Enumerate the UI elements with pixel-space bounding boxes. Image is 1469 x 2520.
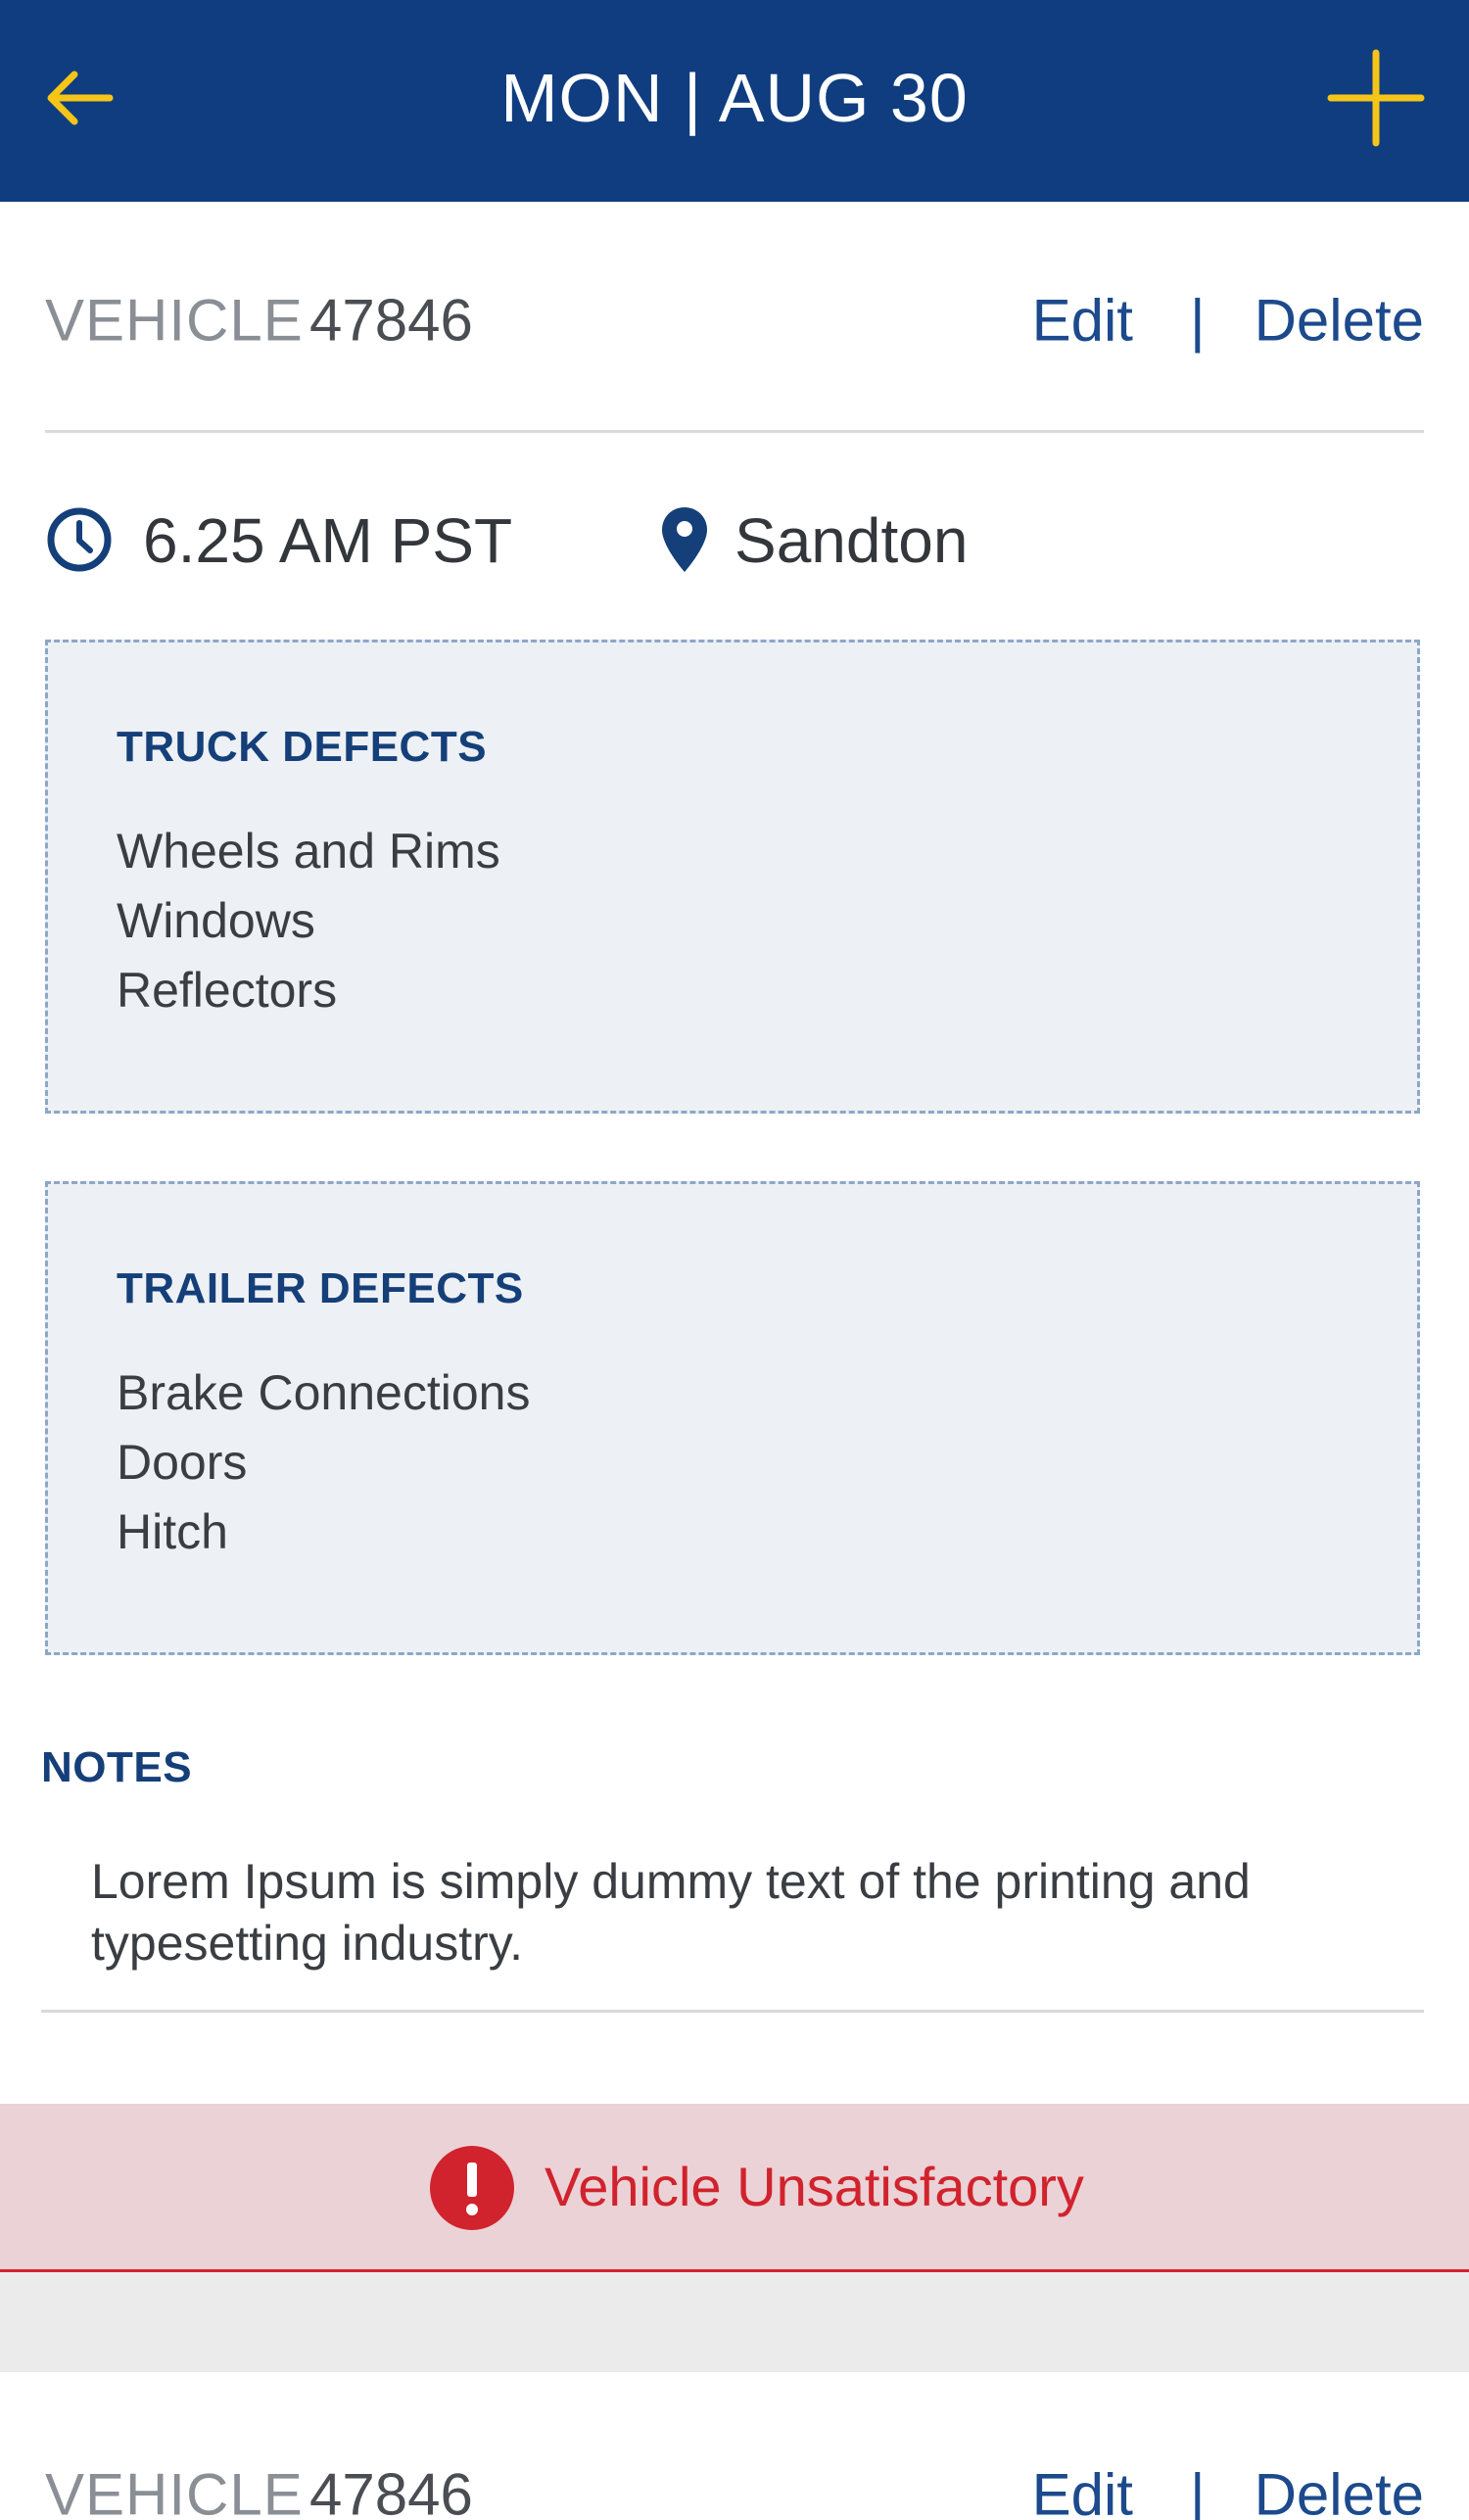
list-item: Doors (117, 1435, 248, 1490)
vehicle-number: 47846 (309, 2461, 473, 2520)
inspection-location: Sandton (734, 505, 969, 576)
truck-defects-card: TRUCK DEFECTS Wheels and Rims Windows Re… (45, 640, 1420, 1114)
vehicle-actions: Edit | Delete (1032, 2461, 1424, 2520)
vehicle-header: VEHICLE 47846 Edit | Delete (0, 2421, 1469, 2520)
list-item: Brake Connections (117, 1365, 531, 1420)
trailer-defects-heading: TRAILER DEFECTS (117, 1264, 524, 1312)
delete-button[interactable]: Delete (1255, 2461, 1424, 2520)
action-separator: | (1189, 287, 1206, 354)
inspection-time: 6.25 AM PST (143, 505, 513, 576)
section-gap (0, 2272, 1469, 2372)
page-title: MON | AUG 30 (500, 60, 969, 136)
notes-text: Lorem Ipsum is simply dummy text of the … (91, 1854, 1251, 1971)
alert-circle-icon (430, 2146, 514, 2230)
vehicle-actions: Edit | Delete (1032, 287, 1424, 355)
vehicle-number: 47846 (309, 287, 473, 354)
vehicle-label: VEHICLE (45, 287, 304, 354)
list-item: Windows (117, 893, 315, 948)
vehicle-header: VEHICLE 47846 Edit | Delete (0, 247, 1469, 394)
list-item: Reflectors (117, 963, 338, 1018)
edit-button[interactable]: Edit (1032, 287, 1133, 355)
edit-button[interactable]: Edit (1032, 2461, 1133, 2520)
truck-defects-heading: TRUCK DEFECTS (117, 723, 488, 771)
trailer-defects-list: Brake Connections Doors Hitch (117, 1358, 530, 1567)
delete-button[interactable]: Delete (1255, 287, 1424, 355)
action-separator: | (1189, 2461, 1206, 2520)
notes-heading: NOTES (41, 1743, 193, 1791)
status-banner: Vehicle Unsatisfactory (0, 2104, 1469, 2272)
list-item: Wheels and Rims (117, 824, 500, 879)
list-item: Hitch (117, 1504, 228, 1559)
inspection-meta: 6.25 AM PST Sandton (0, 490, 1469, 593)
app-header: MON | AUG 30 (0, 0, 1469, 202)
map-pin-icon (662, 507, 707, 572)
divider (45, 430, 1424, 433)
vehicle-label: VEHICLE (45, 2461, 304, 2520)
status-text: Vehicle Unsatisfactory (545, 2156, 1084, 2217)
plus-icon[interactable] (1327, 49, 1425, 147)
inspection-detail-screen: MON | AUG 30 VEHICLE 47846 Edit | Delete… (0, 0, 1469, 2520)
divider (41, 2010, 1424, 2013)
clock-icon (47, 507, 112, 572)
truck-defects-list: Wheels and Rims Windows Reflectors (117, 817, 500, 1025)
trailer-defects-card: TRAILER DEFECTS Brake Connections Doors … (45, 1181, 1420, 1655)
